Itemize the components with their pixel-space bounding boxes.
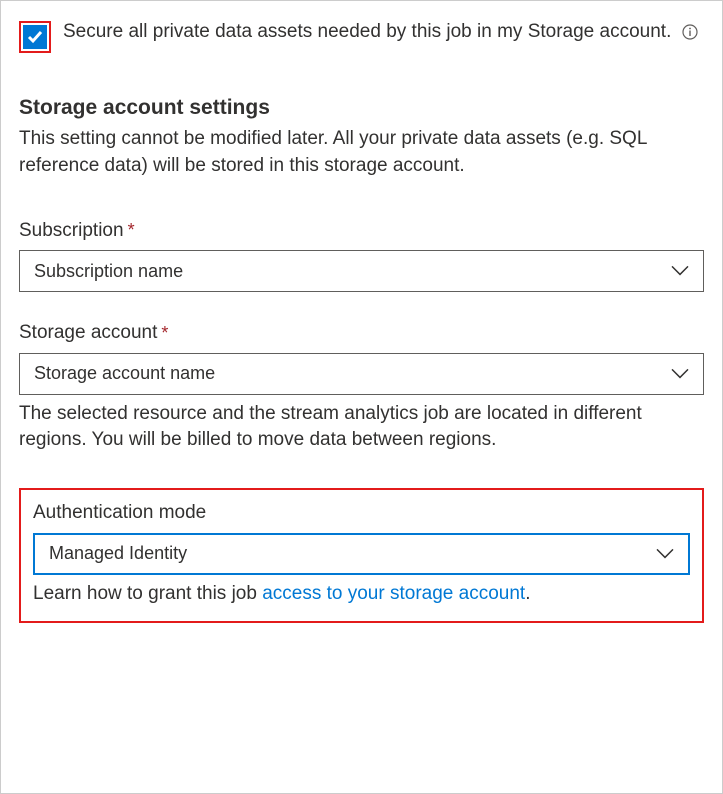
subscription-label-text: Subscription <box>19 218 124 245</box>
storage-settings-title: Storage account settings <box>19 93 704 122</box>
storage-account-helper: The selected resource and the stream ana… <box>19 401 704 454</box>
auth-mode-label: Authentication mode <box>33 500 690 527</box>
check-icon <box>27 29 43 45</box>
secure-assets-checkbox[interactable] <box>23 25 47 49</box>
storage-account-field: Storage account * Storage account name T… <box>19 320 704 454</box>
subscription-field: Subscription * Subscription name <box>19 218 704 293</box>
auth-mode-learn-text: Learn how to grant this job access to yo… <box>33 581 690 608</box>
checkbox-highlight-frame <box>19 21 51 53</box>
auth-mode-value: Managed Identity <box>49 541 187 566</box>
storage-account-label: Storage account * <box>19 320 704 347</box>
required-asterisk: * <box>161 321 168 346</box>
learn-suffix: . <box>525 583 530 604</box>
required-asterisk: * <box>128 218 135 243</box>
chevron-down-icon <box>656 541 674 566</box>
subscription-value: Subscription name <box>34 259 183 284</box>
storage-access-link[interactable]: access to your storage account <box>262 583 525 604</box>
storage-settings-description: This setting cannot be modified later. A… <box>19 126 704 179</box>
secure-assets-label: Secure all private data assets needed by… <box>63 17 671 42</box>
secure-assets-row: Secure all private data assets needed by… <box>19 19 704 53</box>
storage-account-value: Storage account name <box>34 361 215 386</box>
subscription-label: Subscription * <box>19 218 704 245</box>
auth-mode-select[interactable]: Managed Identity <box>33 533 690 575</box>
learn-prefix: Learn how to grant this job <box>33 583 262 604</box>
chevron-down-icon <box>671 259 689 284</box>
chevron-down-icon <box>671 361 689 386</box>
info-icon[interactable] <box>682 24 698 40</box>
subscription-select[interactable]: Subscription name <box>19 250 704 292</box>
storage-account-label-text: Storage account <box>19 320 157 347</box>
storage-account-select[interactable]: Storage account name <box>19 353 704 395</box>
auth-mode-highlight-frame: Authentication mode Managed Identity Lea… <box>19 488 704 623</box>
